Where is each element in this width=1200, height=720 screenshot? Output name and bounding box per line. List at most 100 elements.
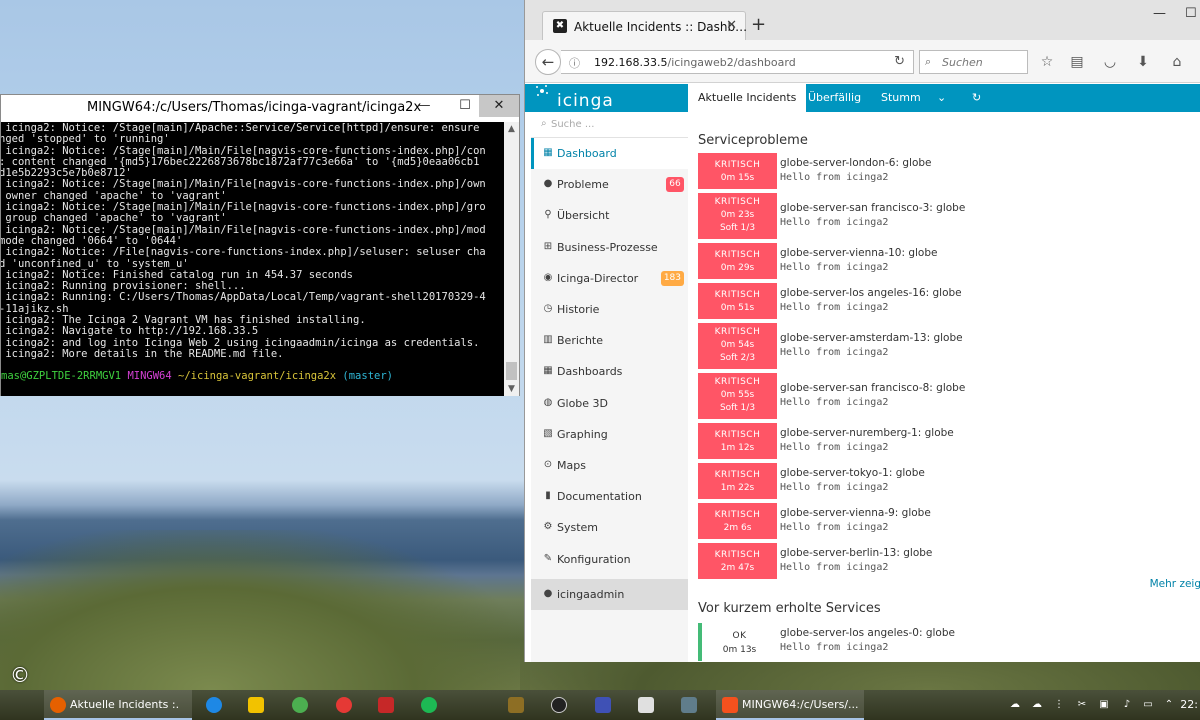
sidebar-search-input[interactable]: ⌕ Suche ... [531, 112, 688, 138]
sidebar-item-berichte[interactable]: ▥ Berichte [531, 325, 688, 356]
sidebar-item-graphing[interactable]: ▧ Graphing [531, 419, 688, 450]
pocket-icon[interactable]: ◡ [1101, 53, 1119, 71]
app-tray-icon[interactable]: ▣ [1097, 698, 1111, 712]
sidebar-item-konfiguration[interactable]: ✎ Konfiguration [531, 544, 688, 575]
bookmark-star-icon[interactable]: ☆ [1038, 53, 1056, 71]
taskbar-item-git-bash[interactable]: MINGW64:/c/Users/... [716, 690, 864, 720]
sidebar-item-icinga-director[interactable]: ◉ Icinga-Director 183 [531, 263, 688, 294]
minimize-button[interactable]: — [1153, 6, 1166, 21]
sidebar-item-icingaadmin[interactable]: ● icingaadmin [531, 578, 688, 610]
info-icon[interactable]: ⓘ [569, 55, 580, 71]
reading-list-icon[interactable]: ▤ [1068, 53, 1086, 71]
sidebar-item-system[interactable]: ⚙ System [531, 512, 688, 543]
sidebar-item-probleme[interactable]: ● Probleme 66 [531, 169, 688, 200]
recovered-service-row[interactable]: OK 0m 13s globe-server-los angeles-0: glob… [698, 623, 1200, 661]
service-problem-row[interactable]: KRITISCH 0m 55s Soft 1/3 globe-server-san f… [698, 373, 1200, 419]
director-icon: ◉ [543, 271, 553, 283]
sidebar-item-label: icingaadmin [557, 587, 625, 601]
service-host-link[interactable]: globe-server-los angeles-0: globe [780, 627, 955, 639]
sidebar-item-dashboards[interactable]: ▦ Dashboards [531, 356, 688, 387]
taskbar-clock[interactable]: 22: [1180, 698, 1198, 711]
service-problem-row[interactable]: KRITISCH 0m 15s globe-server-london-6: glo… [698, 153, 1200, 189]
reload-icon[interactable]: ↻ [894, 54, 905, 69]
browser-tab[interactable]: ✖ Aktuelle Incidents :: Dashb… ✕ [542, 11, 747, 40]
app-icon[interactable] [638, 697, 654, 713]
filezilla-icon[interactable] [378, 697, 394, 713]
sidebar-item-historie[interactable]: ◷ Historie [531, 294, 688, 325]
terminal-titlebar[interactable]: MINGW64:/c/Users/Thomas/icinga-vagrant/i… [1, 95, 519, 121]
graphing-icon: ▧ [543, 427, 553, 439]
recovered-services-heading[interactable]: Vor kurzem erholte Services [698, 601, 881, 616]
close-button[interactable]: ✕ [479, 95, 519, 117]
tab-ueberfaellig[interactable]: Überfällig [808, 84, 861, 112]
spotify-icon[interactable] [421, 697, 437, 713]
internet-explorer-icon[interactable] [206, 697, 222, 713]
address-bar[interactable]: ⓘ 192.168.33.5/icingaweb2/dashboard ↻ [561, 50, 914, 74]
file-manager-icon[interactable] [248, 697, 264, 713]
service-host-link[interactable]: globe-server-vienna-9: globe [780, 507, 931, 519]
display-icon[interactable]: ▭ [1141, 698, 1155, 712]
terminal-output[interactable]: icinga2: Notice: /Stage[main]/Apache::Se… [1, 122, 504, 396]
game-icon[interactable] [508, 697, 524, 713]
chrome-icon[interactable] [292, 697, 308, 713]
service-host-link[interactable]: globe-server-london-6: globe [780, 157, 932, 169]
service-problem-row[interactable]: KRITISCH 1m 22s globe-server-tokyo-1: glob… [698, 463, 1200, 499]
new-tab-icon[interactable]: + [751, 16, 766, 34]
sidebar-item-globe-3d[interactable]: ◍ Globe 3D [531, 388, 688, 419]
show-more-link[interactable]: Mehr zeig [1150, 578, 1200, 590]
scroll-up-icon[interactable]: ▲ [504, 122, 519, 136]
app-icon[interactable] [595, 697, 611, 713]
onedrive-icon[interactable]: ☁ [1030, 698, 1044, 712]
service-problems-heading[interactable]: Serviceprobleme [698, 133, 808, 148]
scroll-down-icon[interactable]: ▼ [504, 382, 519, 396]
browser-window[interactable]: ✖ Aktuelle Incidents :: Dashb… ✕ + — ☐ ←… [524, 0, 1200, 662]
terminal-scrollbar[interactable]: ▲ ▼ [504, 122, 519, 396]
sidebar-item-maps[interactable]: ⊙ Maps [531, 450, 688, 481]
cloud-icon[interactable]: ☁ [1008, 698, 1022, 712]
sidebar-item-business-prozesse[interactable]: ⊞ Business-Prozesse [531, 232, 688, 263]
service-problem-row[interactable]: KRITISCH 0m 29s globe-server-vienna-10: gl… [698, 243, 1200, 279]
maximize-button[interactable]: ☐ [1185, 6, 1197, 21]
tray-overflow-icon[interactable]: ⌃ [1162, 698, 1176, 712]
service-problem-row[interactable]: KRITISCH 2m 47s globe-server-berlin-13: gl… [698, 543, 1200, 579]
app-tray-icon[interactable]: ✂ [1075, 698, 1089, 712]
sidebar-item-dashboard[interactable]: ▦ Dashboard [531, 138, 688, 169]
search-field[interactable]: ⌕ Suchen [919, 50, 1028, 74]
settings-app-icon[interactable] [551, 697, 567, 713]
minimize-button[interactable]: — [410, 95, 438, 117]
app-icon[interactable] [681, 697, 697, 713]
service-problem-row[interactable]: KRITISCH 0m 51s globe-server-los angeles-1… [698, 283, 1200, 319]
service-host-link[interactable]: globe-server-nuremberg-1: globe [780, 427, 954, 439]
service-host-link[interactable]: globe-server-tokyo-1: globe [780, 467, 925, 479]
tab-stumm[interactable]: Stumm [881, 84, 921, 112]
tab-aktuelle-incidents[interactable]: Aktuelle Incidents [688, 84, 807, 112]
service-host-link[interactable]: globe-server-san francisco-8: globe [780, 382, 965, 394]
plugin-output: Hello from icinga2 [780, 562, 889, 573]
service-host-link[interactable]: globe-server-berlin-13: globe [780, 547, 932, 559]
back-arrow-icon[interactable]: ← [535, 49, 561, 75]
service-host-link[interactable]: globe-server-san francisco-3: globe [780, 202, 965, 214]
service-host-link[interactable]: globe-server-vienna-10: globe [780, 247, 938, 259]
terminal-window[interactable]: MINGW64:/c/Users/Thomas/icinga-vagrant/i… [0, 94, 520, 396]
taskbar-item-firefox[interactable]: Aktuelle Incidents :. [44, 690, 192, 720]
opera-icon[interactable] [336, 697, 352, 713]
service-host-link[interactable]: globe-server-amsterdam-13: globe [780, 332, 963, 344]
home-icon[interactable]: ⌂ [1168, 53, 1186, 71]
scrollbar-thumb[interactable] [506, 362, 517, 380]
sidebar-item-übersicht[interactable]: ⚲ Übersicht [531, 200, 688, 231]
maximize-button[interactable]: ☐ [451, 95, 479, 117]
service-host-link[interactable]: globe-server-los angeles-16: globe [780, 287, 962, 299]
network-icon[interactable]: ⋮ [1052, 698, 1066, 712]
volume-icon[interactable]: ♪ [1120, 698, 1134, 712]
state-badge: OK 0m 13s [698, 623, 777, 661]
service-problem-row[interactable]: KRITISCH 1m 12s globe-server-nuremberg-1: … [698, 423, 1200, 459]
service-problem-row[interactable]: KRITISCH 2m 6s globe-server-vienna-9: glob… [698, 503, 1200, 539]
close-tab-icon[interactable]: ✕ [726, 18, 737, 33]
chevron-down-icon[interactable]: ⌄ [937, 84, 946, 112]
download-icon[interactable]: ⬇ [1134, 53, 1152, 71]
plugin-output: Hello from icinga2 [780, 397, 889, 408]
refresh-icon[interactable]: ↻ [972, 84, 981, 112]
service-problem-row[interactable]: KRITISCH 0m 23s Soft 1/3 globe-server-san f… [698, 193, 1200, 239]
sidebar-item-documentation[interactable]: ▮ Documentation [531, 481, 688, 512]
service-problem-row[interactable]: KRITISCH 0m 54s Soft 2/3 globe-server-amste… [698, 323, 1200, 369]
